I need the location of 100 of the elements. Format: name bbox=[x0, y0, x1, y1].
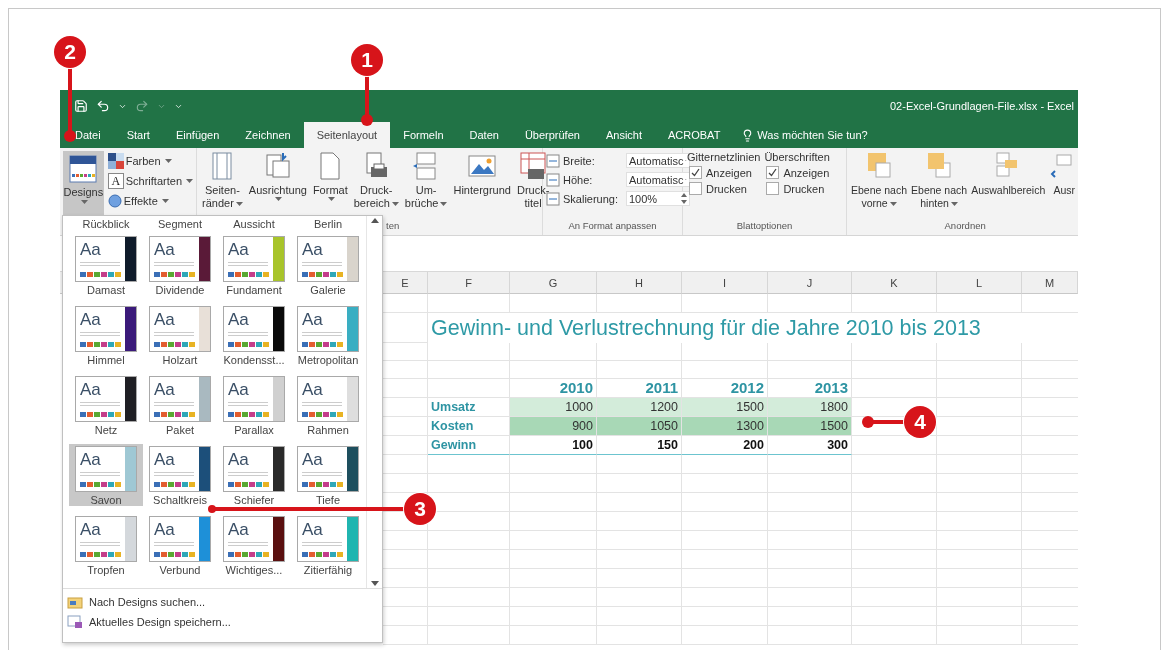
theme-item[interactable]: Aa Schiefer bbox=[217, 444, 291, 506]
theme-option-button[interactable]: Farben bbox=[107, 151, 193, 171]
checkbox-box[interactable] bbox=[689, 166, 702, 179]
theme-item[interactable]: Aa Netz bbox=[69, 374, 143, 436]
theme-item[interactable]: Aa Parallax bbox=[217, 374, 291, 436]
page-setup-button[interactable]: Hintergrund bbox=[451, 151, 513, 197]
theme-thumbnail: Aa bbox=[149, 516, 211, 562]
checkbox-box[interactable] bbox=[766, 182, 780, 195]
theme-item[interactable]: Aa Himmel bbox=[69, 304, 143, 366]
theme-name[interactable]: Segment bbox=[143, 216, 217, 234]
theme-item[interactable]: Aa Tropfen bbox=[69, 514, 143, 576]
ribbon-tab[interactable]: ACROBAT bbox=[655, 122, 734, 148]
theme-item[interactable]: Aa Schaltkreis bbox=[143, 444, 217, 506]
field-label: Breite: bbox=[563, 154, 596, 167]
ribbon-tab[interactable]: Zeichnen bbox=[232, 122, 304, 148]
ribbon-tab[interactable]: Ansicht bbox=[592, 122, 655, 148]
arrange-button[interactable]: Ausr bbox=[1048, 151, 1078, 197]
theme-name[interactable]: Berlin bbox=[291, 216, 365, 234]
theme-item[interactable]: Aa Zitierfähig bbox=[291, 514, 365, 576]
theme-item[interactable]: Aa Tiefe bbox=[291, 444, 365, 506]
leader-line bbox=[862, 416, 906, 428]
ribbon-tab[interactable]: Seitenlayout bbox=[303, 122, 391, 148]
theme-item[interactable]: Aa Metropolitan bbox=[291, 304, 365, 366]
theme-option-button[interactable]: Effekte bbox=[107, 191, 193, 211]
spinner-arrows-icon[interactable] bbox=[681, 193, 687, 204]
ribbon-tab[interactable]: Datei bbox=[62, 122, 114, 148]
theme-option-button[interactable]: A Schriftarten bbox=[107, 171, 193, 191]
menu-item[interactable]: Nach Designs suchen... bbox=[67, 595, 378, 609]
value-cell: 300 bbox=[768, 436, 852, 455]
page-setup-button[interactable]: Seiten- ränder bbox=[200, 151, 245, 210]
theme-item[interactable]: Aa Rahmen bbox=[291, 374, 365, 436]
theme-item[interactable]: Aa Verbund bbox=[143, 514, 217, 576]
ribbon-tab[interactable]: Daten bbox=[456, 122, 512, 148]
checkbox[interactable]: Drucken bbox=[764, 182, 830, 195]
theme-item[interactable]: Aa Wichtiges... bbox=[217, 514, 291, 576]
spinner-field[interactable]: 100% bbox=[626, 191, 690, 206]
page-setup-button[interactable]: Format bbox=[310, 151, 350, 202]
column-header[interactable]: G bbox=[510, 272, 597, 294]
column-header[interactable]: K bbox=[852, 272, 937, 294]
folder-icon bbox=[67, 595, 83, 609]
column-header[interactable]: F bbox=[428, 272, 510, 294]
arrange-button[interactable]: Auswahlbereich bbox=[970, 151, 1047, 197]
page-setup-button[interactable]: Ausrichtung bbox=[246, 151, 309, 202]
theme-item[interactable]: Aa Fundament bbox=[217, 234, 291, 296]
page-setup-button[interactable]: Druck- bereich bbox=[351, 151, 401, 210]
value-cell: 1500 bbox=[682, 398, 768, 417]
value-cell: 1000 bbox=[510, 398, 597, 417]
column-header[interactable]: H bbox=[597, 272, 682, 294]
checkbox[interactable]: Anzeigen bbox=[764, 166, 830, 179]
column-header[interactable]: L bbox=[937, 272, 1022, 294]
undo-icon[interactable] bbox=[96, 99, 110, 113]
dropdown-field[interactable]: Automatisc bbox=[626, 172, 690, 187]
theme-page-icon bbox=[68, 154, 99, 184]
ribbon-tab[interactable]: Überprüfen bbox=[511, 122, 593, 148]
arrange-button[interactable]: Ebene nach hinten bbox=[910, 151, 969, 210]
theme-item[interactable]: Aa Damast bbox=[69, 234, 143, 296]
ribbon-tab[interactable]: Einfügen bbox=[162, 122, 233, 148]
circle-icon bbox=[107, 194, 122, 208]
theme-item[interactable]: Aa Holzart bbox=[143, 304, 217, 366]
caret-icon bbox=[80, 200, 88, 205]
sheet-title: Gewinn- und Verlustrechnung für die Jahre 2010 bis 2013 bbox=[428, 313, 1078, 343]
theme-thumbnail: Aa bbox=[223, 376, 285, 422]
scroll-up-icon[interactable] bbox=[370, 218, 379, 223]
column-header[interactable]: I bbox=[682, 272, 768, 294]
page-setup-button[interactable]: Um- brüche bbox=[402, 151, 450, 210]
color-swatches bbox=[302, 412, 344, 417]
page-setup-button[interactable]: Druck- titel bbox=[514, 151, 552, 210]
tell-me-field[interactable]: Was möchten Sie tun? bbox=[757, 129, 868, 141]
designs-button[interactable]: Designs bbox=[63, 151, 104, 215]
ribbon-tab[interactable]: Formeln bbox=[390, 122, 457, 148]
column-header[interactable]: J bbox=[768, 272, 852, 294]
theme-item[interactable]: Aa Savon bbox=[69, 444, 143, 506]
scroll-down-icon[interactable] bbox=[370, 581, 379, 586]
value-cell: 100 bbox=[510, 436, 597, 455]
ribbon-tab[interactable]: Start bbox=[113, 122, 163, 148]
checkbox-box[interactable] bbox=[766, 166, 780, 179]
menu-item[interactable]: Aktuelles Design speichern... bbox=[67, 615, 378, 629]
theme-thumbnail: Aa bbox=[297, 236, 359, 282]
checkbox-box[interactable] bbox=[689, 182, 702, 195]
theme-item[interactable]: Aa Dividende bbox=[143, 234, 217, 296]
color-swatches bbox=[80, 342, 122, 347]
save-icon[interactable] bbox=[74, 99, 88, 113]
theme-thumbnail: Aa bbox=[75, 236, 137, 282]
theme-thumbnail: Aa bbox=[297, 376, 359, 422]
arrange-button[interactable]: Ebene nach vorne bbox=[850, 151, 909, 210]
value-cell: 1300 bbox=[682, 417, 768, 436]
column-header[interactable]: E bbox=[383, 272, 428, 294]
theme-name[interactable]: Aussicht bbox=[217, 216, 291, 234]
window-title: 02-Excel-Grundlagen-File.xlsx - Excel bbox=[890, 100, 1074, 112]
field-label: Skalierung: bbox=[563, 192, 620, 205]
theme-item[interactable]: Aa Paket bbox=[143, 374, 217, 436]
letter-icon: A bbox=[107, 173, 124, 189]
theme-name[interactable]: Rückblick bbox=[69, 216, 143, 234]
checkbox[interactable]: Drucken bbox=[687, 182, 761, 195]
theme-item[interactable]: Aa Kondensst... bbox=[217, 304, 291, 366]
theme-item[interactable]: Aa Galerie bbox=[291, 234, 365, 296]
column-header[interactable]: M bbox=[1022, 272, 1078, 294]
checkbox[interactable]: Anzeigen bbox=[687, 166, 761, 179]
theme-thumbnail: Aa bbox=[149, 236, 211, 282]
theme-thumbnail: Aa bbox=[75, 306, 137, 352]
